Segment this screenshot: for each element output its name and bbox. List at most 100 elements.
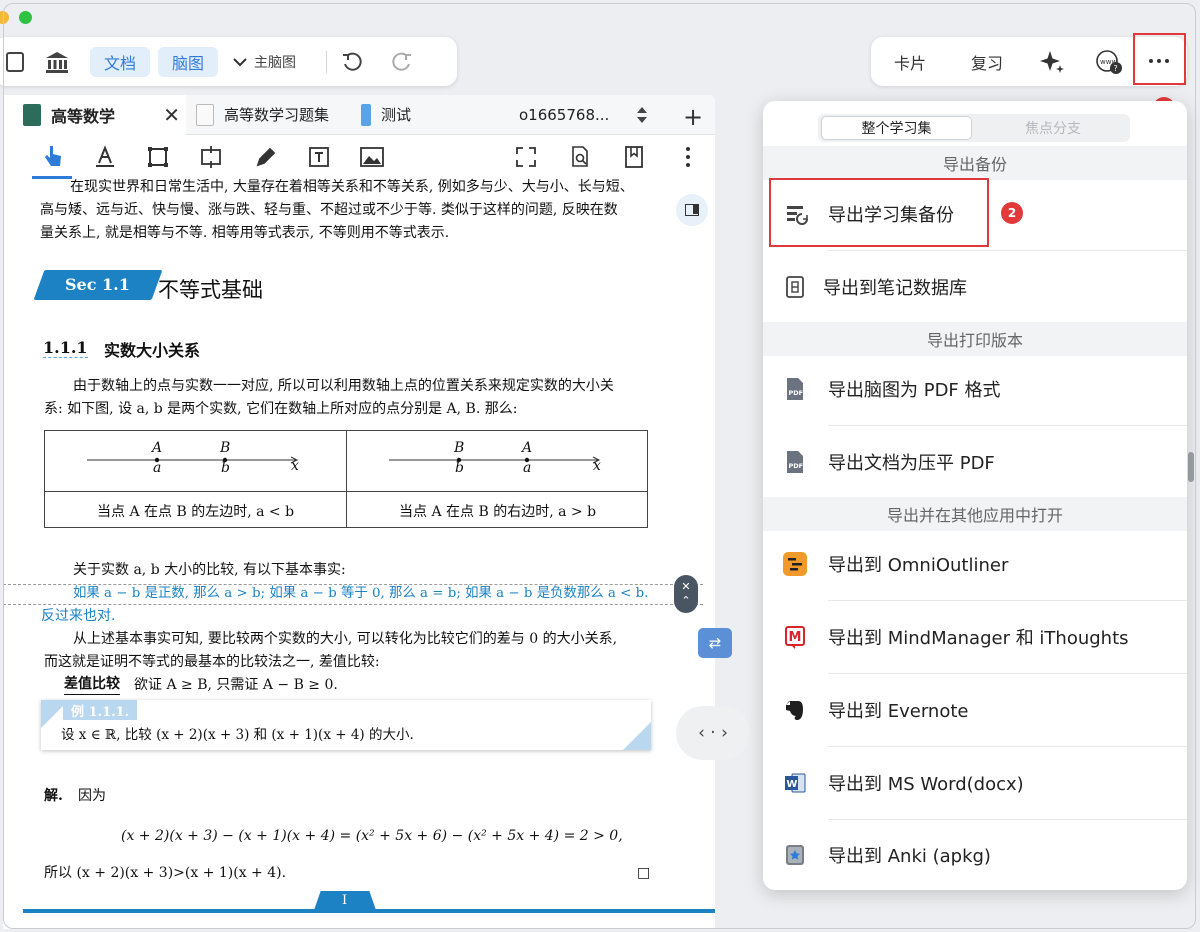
pointer-tool-icon[interactable] [39, 143, 67, 171]
menu-item-label: 导出到 Anki (apkg) [828, 846, 991, 867]
section-number: Sec 1.1 [65, 275, 130, 294]
menu-item-mindmap-pdf[interactable]: PDF 导出脑图为 PDF 格式 [763, 353, 1187, 425]
collapse-excerpt-icon[interactable]: ✕ ⌃ [674, 575, 698, 613]
paragraph-text: 欲证 A ≥ B, 只需证 A − B ≥ 0. [134, 677, 338, 693]
svg-text:PDF: PDF [789, 389, 804, 397]
chevron-down-icon[interactable] [232, 57, 248, 67]
tab-scroll-icon[interactable] [635, 105, 649, 125]
scrollbar-thumb[interactable] [1188, 452, 1194, 482]
mindmanager-icon: M [783, 625, 807, 649]
step-badge-2: 2 [1001, 202, 1023, 224]
point-label: b [221, 460, 230, 476]
review-button[interactable]: 复习 [971, 50, 1003, 74]
menu-item-mindmanager[interactable]: M 导出到 MindManager 和 iThoughts [763, 601, 1187, 673]
menu-item-evernote[interactable]: 导出到 Evernote [763, 674, 1187, 746]
pen-icon[interactable] [252, 143, 280, 171]
intro-text: 高与矮、远与近、快与慢、涨与跌、轻与重、不超过或不少于等. 类似于这样的问题, … [40, 202, 618, 218]
menu-item-label: 导出到 Evernote [828, 701, 969, 722]
number-line-right [389, 456, 601, 464]
crop-icon[interactable] [197, 143, 225, 171]
equation: (x + 2)(x + 3) − (x + 1)(x + 4) = (x² + … [121, 828, 623, 844]
main-toolbar: 文档 脑图 主脑图 [0, 37, 457, 86]
menu-item-label: 导出到 MS Word(docx) [828, 774, 1024, 795]
intro-text: 量关系上, 就是相等与不等. 相等用等式表示, 不等则用不等式表示. [40, 225, 450, 241]
figure-caption: 当点 A 在点 B 的右边时, a > b [399, 504, 597, 520]
section-header-backup: 导出备份 [763, 146, 1187, 180]
example-text: 设 x ∈ ℝ, 比较 (x + 2)(x + 3) 和 (x + 1)(x +… [61, 727, 414, 743]
swap-panels-button[interactable]: ⇄ [698, 628, 732, 658]
sidebar-toggle-icon[interactable] [6, 51, 24, 72]
axis-label: x [593, 458, 601, 474]
document-view-button[interactable]: 文档 [90, 46, 151, 77]
more-options-highlight [1133, 33, 1186, 85]
conclusion-text: 所以 (x + 2)(x + 3)>(x + 1)(x + 4). [44, 865, 287, 881]
text-box-icon[interactable] [305, 143, 333, 171]
point-label: a [523, 460, 532, 476]
redo-icon[interactable] [391, 51, 413, 73]
cards-button[interactable]: 卡片 [894, 50, 926, 74]
add-tab-icon[interactable]: + [683, 103, 703, 131]
search-document-icon[interactable] [566, 143, 594, 171]
paragraph-text: 从上述基本事实可知, 要比较两个实数的大小, 可以转化为比较它们的差与 0 的大… [73, 631, 618, 647]
menu-item-export-notes-db[interactable]: 导出到笔记数据库 [763, 251, 1187, 323]
linked-excerpt[interactable]: 反过来也对. [41, 605, 115, 628]
tab-bar: 高等数学 ✕ 高等数学习题集 测试 o1665768... + [3, 95, 715, 135]
menu-item-anki[interactable]: 导出到 Anki (apkg) [763, 819, 1187, 890]
linked-excerpt[interactable]: 如果 a − b 是正数, 那么 a > b; 如果 a − b 等于 0, 那… [73, 582, 648, 605]
evernote-icon [783, 698, 807, 722]
tab-label: 测试 [381, 106, 412, 124]
example-label: 例 1.1.1. [71, 705, 130, 720]
tab-label: 高等数学习题集 [224, 106, 330, 124]
document-icon [361, 103, 371, 126]
fullscreen-icon[interactable] [512, 143, 540, 171]
document-panel: 高等数学 ✕ 高等数学习题集 测试 o1665768... + 在现实世界和日常… [3, 95, 715, 929]
library-icon[interactable] [44, 50, 70, 74]
tab-advanced-math[interactable]: 高等数学 ✕ [3, 95, 186, 135]
menu-item-doc-pdf[interactable]: PDF 导出文档为压平 PDF [763, 426, 1187, 498]
menu-item-omnioutliner[interactable]: 导出到 OmniOutliner [763, 528, 1187, 600]
svg-text:W: W [786, 779, 797, 790]
tab-file[interactable]: o1665768... [505, 95, 615, 135]
split-view-handle[interactable]: ‹ · › [676, 706, 750, 760]
section-header-print: 导出打印版本 [763, 322, 1187, 356]
figure-caption: 当点 A 在点 B 的左边时, a < b [97, 504, 295, 520]
subsection-title: 实数大小关系 [104, 341, 201, 360]
point-label: A [152, 440, 163, 456]
paragraph-text: 而这就是证明不等式的最基本的比较法之一, 差值比较: [44, 654, 380, 670]
window-minimize-button[interactable] [0, 11, 9, 24]
menu-item-label: 导出到笔记数据库 [823, 278, 967, 299]
section-header-other-apps: 导出并在其他应用中打开 [763, 497, 1187, 531]
point-label: B [220, 440, 231, 456]
tab-advanced-math-exercises[interactable]: 高等数学习题集 [186, 95, 351, 135]
web-help-icon[interactable]: www? [1095, 49, 1123, 75]
book-icon [23, 103, 41, 126]
close-icon[interactable]: ✕ [163, 103, 180, 127]
document-content: 在现实世界和日常生活中, 大量存在着相等关系和不等关系, 例如多与少、大与小、长… [3, 179, 715, 929]
main-mindmap-selector[interactable]: 主脑图 [254, 52, 296, 72]
sparkle-icon[interactable] [1039, 49, 1065, 75]
scope-focused-branch[interactable]: 焦点分支 [978, 116, 1128, 140]
menu-item-word[interactable]: W 导出到 MS Word(docx) [763, 747, 1187, 819]
subsection-number: 1.1.1 [43, 338, 88, 358]
omnioutliner-icon [783, 552, 807, 576]
mindmap-view-button[interactable]: 脑图 [158, 46, 219, 77]
axis-label: x [291, 458, 299, 474]
bookmark-icon[interactable] [620, 143, 648, 171]
point-label: a [153, 460, 162, 476]
text-highlight-icon[interactable] [91, 143, 119, 171]
section-title: 不等式基础 [158, 278, 263, 302]
rectangle-select-icon[interactable] [144, 143, 172, 171]
scope-whole-set[interactable]: 整个学习集 [821, 116, 972, 140]
number-line-left [87, 456, 299, 464]
window-zoom-button[interactable] [19, 11, 32, 24]
undo-icon[interactable] [341, 51, 363, 73]
panel-toggle-icon[interactable] [676, 194, 708, 226]
solution-label: 解. [44, 788, 63, 804]
point-label: A [522, 440, 533, 456]
svg-text:PDF: PDF [789, 462, 804, 470]
image-icon[interactable] [358, 143, 386, 171]
backup-item-highlight [769, 178, 989, 247]
tab-test[interactable]: 测试 [351, 95, 505, 135]
figure-table: A a B b x B b A a x 当点 A 在点 B 的左边时, a < … [44, 430, 648, 528]
kebab-menu-icon[interactable] [674, 143, 702, 171]
